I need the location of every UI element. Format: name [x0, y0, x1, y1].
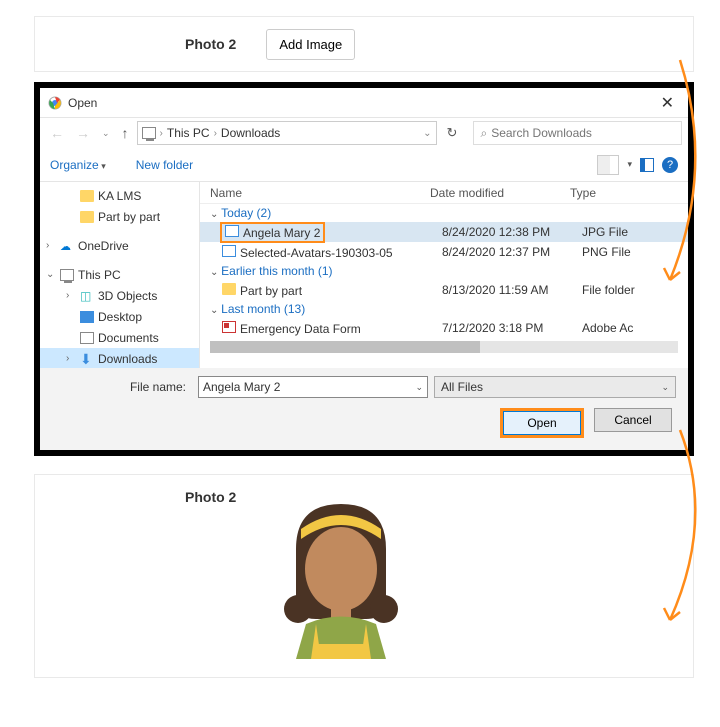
pc-icon	[142, 127, 156, 139]
open-dialog: Open ✕ ← → ⌄ ↑ › This PC › Downloads ⌄ ↻…	[34, 82, 694, 456]
file-row-selected[interactable]: Angela Mary 2 8/24/2020 12:38 PM JPG Fil…	[200, 222, 688, 242]
back-button[interactable]: ←	[46, 123, 68, 143]
preview-button[interactable]	[640, 158, 654, 172]
before-panel: Photo 2 Add Image	[34, 16, 694, 72]
tree-item-onedrive[interactable]: ☁OneDrive	[40, 235, 199, 256]
filename-input[interactable]: Angela Mary 2 ⌄	[198, 376, 428, 398]
cube-icon: ◫	[80, 290, 94, 302]
col-name[interactable]: Name	[210, 186, 430, 200]
image-icon	[222, 245, 236, 257]
tree-item-desktop[interactable]: Desktop	[40, 306, 199, 327]
chevron-down-icon[interactable]: ⌄	[661, 382, 669, 393]
forward-button[interactable]: →	[72, 123, 94, 143]
crumb-downloads[interactable]: Downloads	[221, 126, 280, 140]
search-icon: ⌕	[480, 126, 487, 141]
tree-item-documents[interactable]: Documents	[40, 327, 199, 348]
close-button[interactable]: ✕	[655, 93, 680, 113]
h-scrollbar[interactable]	[210, 341, 678, 353]
search-input[interactable]	[491, 126, 675, 140]
title-bar: Open ✕	[40, 88, 688, 118]
documents-icon	[80, 332, 94, 344]
new-folder-button[interactable]: New folder	[136, 158, 193, 172]
sidebar: KA LMS Part by part ☁OneDrive This PC ◫3…	[40, 182, 200, 368]
photo-label: Photo 2	[185, 36, 236, 52]
file-list: Name Date modified Type Today (2) Angela…	[200, 182, 688, 368]
pc-icon	[60, 269, 74, 281]
organize-menu[interactable]: Organize	[50, 158, 106, 172]
chevron-icon: ›	[214, 128, 217, 139]
col-date[interactable]: Date modified	[430, 186, 570, 200]
photo-label-2: Photo 2	[185, 489, 236, 505]
add-image-button[interactable]: Add Image	[266, 29, 355, 60]
toolbar: Organize New folder ▾ ?	[40, 148, 688, 182]
column-headers: Name Date modified Type	[200, 182, 688, 204]
tree-item-thispc[interactable]: This PC	[40, 264, 199, 285]
tree-item-kalms[interactable]: KA LMS	[40, 185, 199, 206]
recent-dropdown[interactable]: ⌄	[98, 126, 114, 141]
cloud-icon: ☁	[60, 240, 74, 252]
avatar-image	[266, 489, 416, 659]
view-button[interactable]	[597, 155, 619, 175]
chevron-down-icon[interactable]: ⌄	[415, 382, 423, 393]
image-icon	[225, 225, 239, 237]
file-row[interactable]: Emergency Data Form 7/12/2020 3:18 PM Ad…	[200, 318, 688, 338]
chrome-icon	[48, 96, 62, 110]
breadcrumb[interactable]: › This PC › Downloads ⌄	[137, 121, 437, 145]
chevron-icon: ›	[160, 128, 163, 139]
refresh-button[interactable]: ↻	[441, 125, 464, 141]
file-row[interactable]: Selected-Avatars-190303-05 8/24/2020 12:…	[200, 242, 688, 262]
view-dropdown[interactable]: ▾	[627, 159, 632, 170]
folder-icon	[80, 190, 94, 202]
cancel-button[interactable]: Cancel	[594, 408, 672, 432]
file-filter[interactable]: All Files ⌄	[434, 376, 676, 398]
tree-item-downloads[interactable]: ⬇Downloads	[40, 348, 199, 368]
folder-icon	[80, 211, 94, 223]
chevron-down-icon[interactable]: ⌄	[423, 128, 431, 139]
search-box[interactable]: ⌕	[473, 121, 682, 145]
dialog-title: Open	[68, 96, 97, 110]
download-icon: ⬇	[80, 353, 94, 365]
file-row[interactable]: Part by part 8/13/2020 11:59 AM File fol…	[200, 280, 688, 300]
help-button[interactable]: ?	[662, 157, 678, 173]
tree-item-pbp[interactable]: Part by part	[40, 206, 199, 227]
nav-bar: ← → ⌄ ↑ › This PC › Downloads ⌄ ↻ ⌕	[40, 118, 688, 148]
group-lastmonth[interactable]: Last month (13)	[200, 300, 688, 318]
dialog-body: KA LMS Part by part ☁OneDrive This PC ◫3…	[40, 182, 688, 368]
group-earlier[interactable]: Earlier this month (1)	[200, 262, 688, 280]
filename-label: File name:	[52, 380, 192, 394]
pdf-icon	[222, 321, 236, 333]
desktop-icon	[80, 311, 94, 323]
after-panel: Photo 2	[34, 474, 694, 678]
dialog-footer: File name: Angela Mary 2 ⌄ All Files ⌄ O…	[40, 368, 688, 450]
crumb-thispc[interactable]: This PC	[167, 126, 210, 140]
group-today[interactable]: Today (2)	[200, 204, 688, 222]
open-button[interactable]: Open	[503, 411, 581, 435]
open-highlight: Open	[500, 408, 584, 438]
tree-item-3d[interactable]: ◫3D Objects	[40, 285, 199, 306]
col-type[interactable]: Type	[570, 186, 688, 200]
up-button[interactable]: ↑	[118, 123, 133, 143]
folder-icon	[222, 283, 236, 295]
